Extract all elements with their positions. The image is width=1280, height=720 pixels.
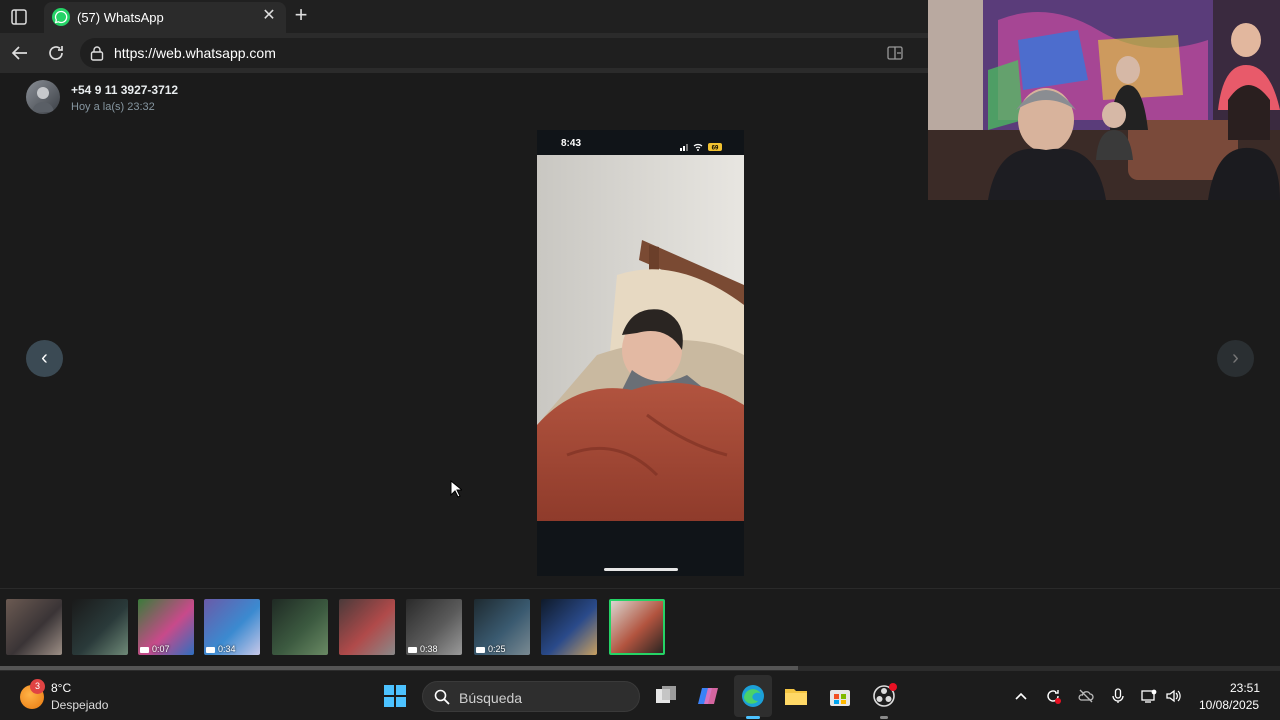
media-thumbnail[interactable] <box>339 599 395 655</box>
media-thumbnail[interactable]: 0:25 <box>474 599 530 655</box>
whatsapp-icon <box>52 8 70 26</box>
obs-running-indicator <box>880 716 888 719</box>
video-camera-icon <box>476 646 485 653</box>
media-thumbnail[interactable] <box>541 599 597 655</box>
photo-sleeping-person <box>537 155 744 521</box>
video-camera-icon <box>408 646 417 653</box>
search-icon <box>434 689 450 705</box>
tab-actions-icon[interactable] <box>8 7 30 27</box>
sender-name[interactable]: +54 9 11 3927-3712 <box>71 83 178 97</box>
obs-studio-icon[interactable] <box>871 683 897 709</box>
video-duration: 0:25 <box>476 644 506 654</box>
taskbar-search-box[interactable]: Búsqueda <box>422 681 640 712</box>
windows-start-icon[interactable] <box>384 685 406 707</box>
microphone-icon[interactable] <box>1110 688 1126 704</box>
clock-date[interactable]: 10/08/2025 <box>1199 698 1259 712</box>
avatar[interactable] <box>26 80 60 114</box>
video-duration-text: 0:07 <box>152 644 170 654</box>
previous-media-button[interactable]: ‹ <box>26 340 63 377</box>
media-thumbnail[interactable] <box>609 599 665 655</box>
show-hidden-icons-chevron-icon[interactable] <box>1013 688 1029 704</box>
media-thumbnail[interactable] <box>72 599 128 655</box>
media-thumbnail[interactable]: 0:07 <box>138 599 194 655</box>
split-screen-icon[interactable] <box>886 44 904 62</box>
sync-icon[interactable] <box>1045 688 1061 704</box>
task-view-icon[interactable] <box>653 683 679 709</box>
edge-browser-icon[interactable] <box>740 683 766 709</box>
new-tab-button[interactable]: + <box>290 4 312 27</box>
media-thumbnail[interactable] <box>272 599 328 655</box>
lock-icon[interactable] <box>90 45 104 61</box>
video-duration: 0:34 <box>206 644 236 654</box>
next-media-button[interactable]: › <box>1217 340 1254 377</box>
video-camera-icon <box>206 646 215 653</box>
media-image: 8:43 69 <box>537 130 744 576</box>
microsoft-store-icon[interactable] <box>827 683 853 709</box>
battery-level: 69 <box>712 146 719 152</box>
media-thumbnail[interactable]: 0:38 <box>406 599 462 655</box>
address-bar[interactable]: https://web.whatsapp.com <box>80 38 960 68</box>
mouse-cursor-icon <box>450 479 464 498</box>
phone-status-icons: 69 <box>680 139 730 152</box>
video-duration: 0:38 <box>408 644 438 654</box>
media-thumbnail[interactable] <box>6 599 62 655</box>
close-tab-icon[interactable]: ✕ <box>260 7 278 25</box>
video-camera-icon <box>140 646 149 653</box>
phone-status-time: 8:43 <box>561 138 582 149</box>
weather-notification-badge: 3 <box>30 679 45 694</box>
reload-button[interactable] <box>44 41 68 65</box>
back-button[interactable] <box>8 41 32 65</box>
copilot-icon[interactable] <box>696 683 722 709</box>
clock-time[interactable]: 23:51 <box>1230 681 1260 695</box>
volume-icon[interactable] <box>1165 688 1181 704</box>
media-thumbnail[interactable]: 0:34 <box>204 599 260 655</box>
video-duration-text: 0:34 <box>218 644 236 654</box>
onedrive-offline-icon[interactable] <box>1078 688 1094 704</box>
weather-temperature[interactable]: 8°C <box>51 681 71 695</box>
weather-description[interactable]: Despejado <box>51 698 108 712</box>
network-icon[interactable] <box>1141 688 1157 704</box>
media-thumbnail-strip: 0:07 0:34 0:38 0:25 <box>0 588 1280 668</box>
tab-title: (57) WhatsApp <box>77 10 164 25</box>
webcam-overlay <box>928 0 1280 200</box>
file-explorer-icon[interactable] <box>783 683 809 709</box>
video-duration-text: 0:38 <box>420 644 438 654</box>
search-placeholder: Búsqueda <box>459 690 523 706</box>
edge-active-indicator <box>746 716 760 719</box>
phone-home-indicator <box>604 568 678 571</box>
browser-tab-whatsapp[interactable]: (57) WhatsApp ✕ <box>44 2 286 33</box>
windows-taskbar: 3 8°C Despejado Búsqueda 23:51 10/08/202… <box>0 670 1280 720</box>
message-timestamp: Hoy a la(s) 23:32 <box>71 101 155 113</box>
video-duration: 0:07 <box>140 644 170 654</box>
video-duration-text: 0:25 <box>488 644 506 654</box>
url-text[interactable]: https://web.whatsapp.com <box>114 45 276 61</box>
